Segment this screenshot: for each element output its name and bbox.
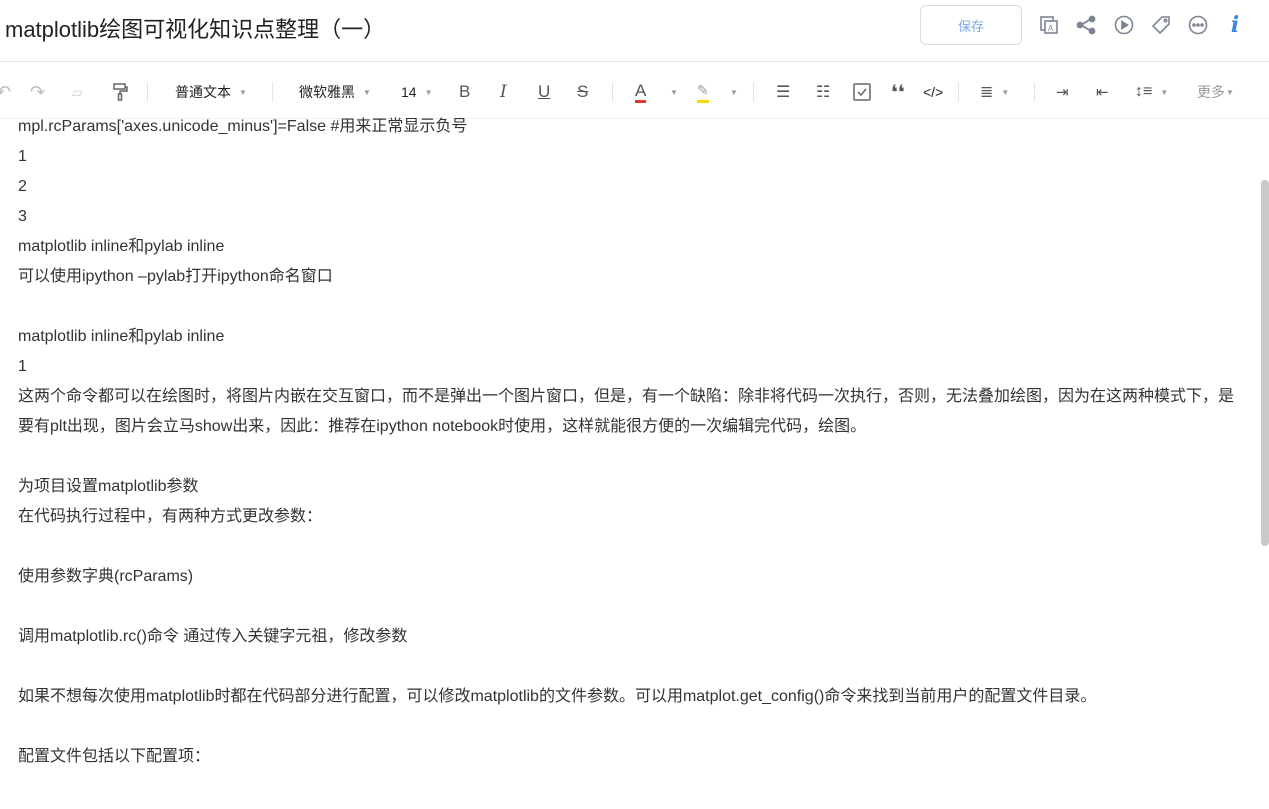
scrollbar[interactable] — [1261, 180, 1269, 546]
paragraph-style-value: 普通文本 — [175, 84, 231, 100]
paragraph: 这两个命令都可以在绘图时，将图片内嵌在交互窗口，而不是弹出一个图片窗口，但是，有… — [18, 388, 1235, 435]
outdent-icon[interactable]: ⇤ — [1096, 81, 1109, 103]
undo-icon[interactable]: ↶ — [0, 81, 11, 103]
document-body[interactable]: mpl.rcParams['axes.unicode_minus']=False… — [18, 112, 1238, 772]
caret-down-icon[interactable]: ▼ — [662, 81, 678, 103]
paragraph: 可以使用ipython –pylab打开ipython命名窗口 — [18, 268, 333, 285]
paragraph: 1 — [18, 358, 27, 375]
paragraph: 使用参数字典(rcParams) — [18, 568, 194, 585]
code-icon[interactable]: </> — [923, 81, 943, 103]
more-options-icon[interactable] — [1186, 13, 1210, 37]
checklist-icon[interactable] — [853, 81, 871, 103]
paragraph — [18, 442, 1238, 472]
indent-icon[interactable]: ⇥ — [1056, 81, 1069, 103]
font-family-select[interactable]: 微软雅黑 ▼ — [299, 81, 371, 103]
save-button[interactable]: 保存 — [920, 5, 1022, 45]
paragraph-style-select[interactable]: 普通文本 ▼ — [175, 81, 247, 103]
svg-text:A: A — [1048, 24, 1054, 33]
highlight-icon[interactable]: ✎ — [697, 81, 709, 103]
font-size-select[interactable]: 14 ▼ — [401, 81, 433, 103]
paragraph: 调用matplotlib.rc()命令 通过传入关键字元祖，修改参数 — [18, 628, 408, 645]
document-title[interactable]: matplotlib绘图可视化知识点整理（一） — [5, 12, 385, 44]
line-height-icon[interactable]: ↕≡ ▼ — [1135, 81, 1168, 103]
font-color-icon[interactable]: A — [635, 81, 647, 103]
paragraph: 1 — [18, 148, 27, 165]
font-size-value: 14 — [401, 84, 417, 100]
more-button[interactable]: 更多 ▼ — [1197, 81, 1234, 103]
paragraph: 3 — [18, 208, 27, 225]
caret-down-icon: ▼ — [363, 87, 371, 97]
paragraph: matplotlib inline和pylab inline — [18, 328, 225, 345]
paragraph — [18, 532, 1238, 562]
caret-down-icon[interactable]: ▼ — [722, 81, 738, 103]
align-icon[interactable]: ≣ ▼ — [980, 81, 1009, 103]
paragraph: 如果不想每次使用matplotlib时都在代码部分进行配置，可以修改matplo… — [18, 688, 1097, 705]
paragraph: 配置文件包括以下配置项： — [18, 748, 211, 765]
bold-icon[interactable]: B — [459, 81, 470, 103]
paragraph — [18, 652, 1238, 682]
info-icon[interactable]: i — [1223, 12, 1247, 38]
copy-icon[interactable]: A — [1037, 13, 1061, 37]
editor-toolbar: ↶ ↷ ▱ 普通文本 ▼ 微软雅黑 ▼ 14 ▼ B I U S A ▼ ✎ ▼ ☰ … — [0, 63, 1269, 119]
paragraph — [18, 592, 1238, 622]
paragraph: 为项目设置matplotlib参数 — [18, 478, 199, 495]
format-painter-icon[interactable] — [112, 81, 128, 103]
redo-icon[interactable]: ↷ — [30, 81, 45, 103]
caret-down-icon: ▼ — [239, 87, 247, 97]
paragraph: 2 — [18, 178, 27, 195]
underline-icon[interactable]: U — [538, 81, 550, 103]
numbered-list-icon[interactable]: ☷ — [816, 81, 830, 103]
header: matplotlib绘图可视化知识点整理（一） 保存 A i — [0, 0, 1269, 62]
font-family-value: 微软雅黑 — [299, 84, 355, 100]
paragraph — [18, 712, 1238, 742]
paragraph: 在代码执行过程中，有两种方式更改参数： — [18, 508, 323, 525]
paragraph — [18, 292, 1238, 322]
paragraph: matplotlib inline和pylab inline — [18, 238, 225, 255]
play-icon[interactable] — [1112, 13, 1136, 37]
strikethrough-icon[interactable]: S — [577, 81, 588, 103]
share-icon[interactable] — [1074, 13, 1098, 37]
paragraph: mpl.rcParams['axes.unicode_minus']=False… — [18, 118, 468, 135]
clear-format-icon[interactable]: ▱ — [72, 81, 83, 103]
bullet-list-icon[interactable]: ☰ — [776, 81, 790, 103]
caret-down-icon: ▼ — [424, 87, 433, 97]
more-label: 更多 — [1197, 84, 1225, 100]
italic-icon[interactable]: I — [500, 81, 507, 103]
tag-icon[interactable] — [1149, 13, 1173, 37]
quote-icon[interactable]: ❛❛ — [891, 81, 905, 104]
